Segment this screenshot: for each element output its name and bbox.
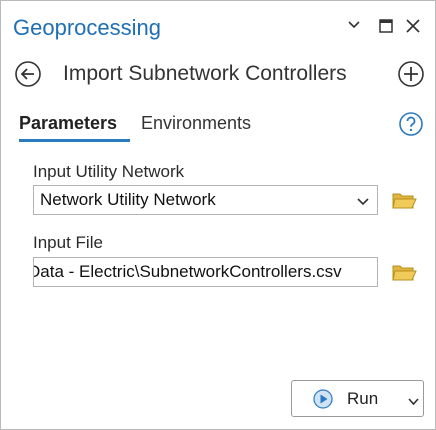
input-file-label: Input File	[33, 233, 103, 252]
input-utility-network-value: Network Utility Network	[40, 190, 216, 209]
tab-strip: Parameters Environments	[1, 107, 435, 143]
title-bar: Geoprocessing	[1, 1, 435, 51]
tool-header: Import Subnetwork Controllers	[1, 56, 435, 92]
tool-title: Import Subnetwork Controllers	[63, 62, 347, 85]
tab-parameters[interactable]: Parameters	[19, 113, 117, 134]
geoprocessing-pane: Geoprocessing Import Subnetwork Controll…	[0, 0, 436, 430]
maximize-icon[interactable]	[378, 18, 394, 34]
run-button[interactable]: Run	[291, 380, 424, 417]
active-tab-indicator	[19, 139, 130, 142]
input-file-field[interactable]: Data - Electric\SubnetworkControllers.cs…	[33, 257, 378, 287]
chevron-down-icon[interactable]	[347, 18, 361, 32]
add-icon[interactable]	[397, 60, 425, 88]
input-utility-network-dropdown[interactable]: Network Utility Network	[33, 185, 378, 215]
play-icon	[313, 389, 333, 409]
folder-icon[interactable]	[391, 189, 417, 211]
run-label: Run	[347, 389, 379, 408]
pane-title: Geoprocessing	[13, 15, 161, 40]
back-arrow-icon[interactable]	[14, 60, 42, 88]
close-icon[interactable]	[405, 18, 421, 34]
chevron-down-icon[interactable]	[357, 194, 369, 206]
input-utility-network-label: Input Utility Network	[33, 162, 185, 181]
help-icon[interactable]	[398, 111, 424, 137]
chevron-down-icon[interactable]	[408, 394, 419, 406]
tab-environments[interactable]: Environments	[141, 113, 251, 134]
folder-icon[interactable]	[391, 261, 417, 283]
input-file-value: Data - Electric\SubnetworkControllers.cs…	[33, 262, 342, 281]
